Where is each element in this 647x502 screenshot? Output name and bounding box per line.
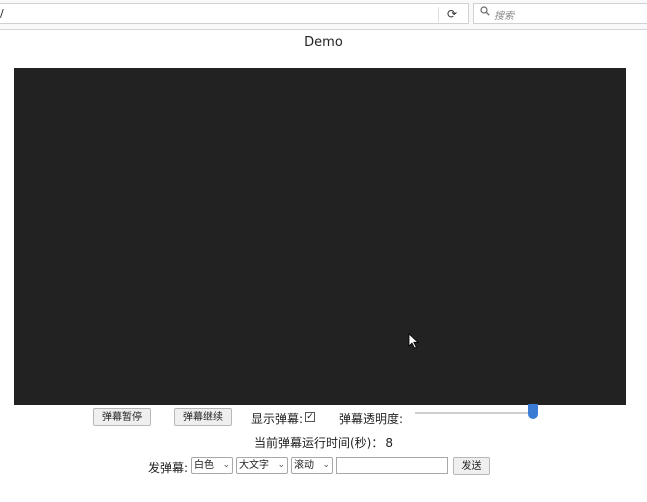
opacity-label: 弹幕透明度: (339, 412, 404, 426)
chevron-down-icon: ⌄ (322, 460, 330, 470)
mouse-cursor-icon (408, 333, 419, 349)
opacity-slider-track[interactable] (415, 412, 535, 414)
send-danmaku-label: 发弹幕: (148, 461, 189, 475)
browser-toolbar: / ⟳ 搜索 (0, 0, 647, 30)
url-bar-divider (438, 7, 439, 22)
reload-icon[interactable]: ⟳ (444, 6, 460, 22)
url-bar[interactable]: / ⟳ (0, 3, 469, 24)
opacity-slider-thumb[interactable] (528, 404, 538, 419)
size-select-value: 大文字 (239, 460, 269, 471)
mode-select[interactable]: 滚动 ⌄ (291, 457, 333, 474)
search-placeholder: 搜索 (494, 11, 514, 22)
runtime-display: 当前弹幕运行时间(秒)： 8 (0, 434, 647, 451)
show-danmaku-checkbox[interactable]: ✓ (305, 412, 315, 422)
mode-select-value: 滚动 (294, 460, 314, 471)
resume-danmaku-button[interactable]: 弹幕继续 (174, 408, 232, 426)
color-select-value: 白色 (194, 460, 214, 471)
chevron-down-icon: ⌄ (277, 460, 285, 470)
search-bar[interactable]: 搜索 (473, 3, 647, 24)
color-select[interactable]: 白色 ⌄ (191, 457, 233, 474)
search-icon (480, 6, 490, 19)
size-select[interactable]: 大文字 ⌄ (236, 457, 288, 474)
page-title: Demo (304, 35, 343, 50)
runtime-value: 8 (385, 436, 393, 450)
show-danmaku-label: 显示弹幕: (251, 412, 304, 426)
runtime-label: 当前弹幕运行时间(秒)： (253, 436, 384, 450)
chevron-down-icon: ⌄ (222, 460, 230, 470)
send-button[interactable]: 发送 (453, 457, 490, 475)
danmaku-text-input[interactable] (336, 457, 448, 474)
pause-danmaku-button[interactable]: 弹幕暂停 (93, 408, 151, 426)
url-text: / (0, 7, 4, 20)
send-danmaku-row: 发弹幕: 白色 ⌄ 大文字 ⌄ 滚动 ⌄ 发送 (0, 456, 647, 476)
danmaku-controls: 弹幕暂停 弹幕继续 显示弹幕: ✓ 弹幕透明度: (0, 407, 647, 427)
danmaku-video-area[interactable] (14, 68, 626, 405)
